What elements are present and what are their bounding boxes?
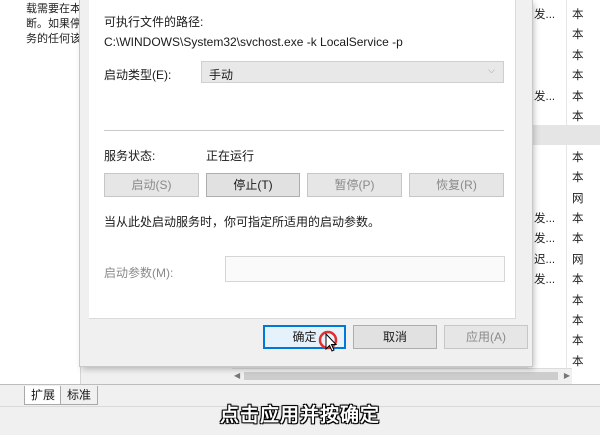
service-row[interactable]: 本 [528,146,600,166]
description-line: 载需要在本 [26,3,80,15]
service-logon-cell: 网 [572,253,584,266]
service-status-value: 正在运行 [206,149,255,163]
service-row[interactable]: 本 [528,44,600,64]
service-description-text: 载需要在本 断。如果停 务的任何该 [26,2,80,47]
path-label: 可执行文件的路径: [104,15,204,29]
service-status-cell: 发... [534,90,556,103]
startup-type-label: 启动类型(E): [104,68,172,82]
service-logon-cell: 本 [572,213,584,225]
service-row[interactable] [528,125,600,146]
start-params-input[interactable] [225,256,505,282]
service-logon-cell: 本 [572,233,584,246]
service-row[interactable]: 本 [528,64,600,84]
service-row[interactable]: 本 [528,166,600,186]
horizontal-scrollbar[interactable]: ◀ ▶ [232,368,572,384]
service-status-cell: 发... [534,274,556,287]
service-logon-cell: 本 [572,315,584,327]
service-logon-cell: 本 [572,90,584,103]
service-logon-cell: 本 [572,111,584,123]
scroll-left-icon[interactable]: ◀ [234,371,240,380]
service-status-cell: 发... [534,9,556,21]
service-row[interactable]: 网 [528,187,600,207]
service-logon-cell: 本 [572,355,584,368]
service-status-cell: 发... [534,213,556,225]
service-logon-cell: 本 [572,70,584,83]
cancel-button[interactable]: 取消 [353,325,437,349]
service-logon-cell: 本 [572,335,584,348]
apply-button[interactable]: 应用(A) [444,325,528,349]
service-logon-cell: 本 [572,29,584,42]
params-hint: 当从此处启动服务时，你可指定所适用的启动参数。 [104,215,381,229]
description-line: 务的任何该 [26,33,80,45]
resume-button[interactable]: 恢复(R) [409,173,504,197]
scrollbar-thumb[interactable] [244,372,558,380]
service-row[interactable]: 本 [528,105,600,125]
service-row[interactable]: 发... 本 [528,227,600,247]
service-row[interactable]: 本 [528,23,600,43]
service-logon-cell: 本 [572,9,584,21]
service-row[interactable]: 本 [528,329,600,349]
start-button[interactable]: 启动(S) [104,173,199,197]
service-status-cell: 发... [534,233,556,246]
service-row[interactable]: 发... 本 [528,85,600,105]
divider [104,130,504,131]
service-logon-cell: 本 [572,294,584,307]
service-row[interactable]: 本 [528,289,600,309]
service-logon-cell: 本 [572,172,584,185]
mouse-cursor-icon [318,330,338,352]
path-value: C:\WINDOWS\System32\svchost.exe -k Local… [104,35,403,49]
service-status-cell: 迟... [534,253,556,266]
service-logon-cell: 本 [572,49,584,62]
service-row[interactable]: 发... 本 [528,268,600,288]
service-logon-cell: 本 [572,151,584,164]
pause-button[interactable]: 暂停(P) [307,173,402,197]
service-row[interactable]: 本 [528,309,600,329]
service-logon-cell: 本 [572,274,584,287]
video-subtitle: 点击应用并按确定 [219,405,380,426]
service-description-pane: 载需要在本 断。如果停 务的任何该 [0,0,81,384]
params-label: 启动参数(M): [104,266,174,280]
description-line: 断。如果停 [26,18,80,30]
service-logon-cell: 网 [572,192,584,205]
scroll-right-icon[interactable]: ▶ [564,371,570,380]
startup-type-value: 手动 [209,68,234,82]
service-row[interactable]: 发... 本 [528,207,600,227]
stop-button[interactable]: 停止(T) [206,173,300,197]
service-row[interactable]: 发... 本 [528,3,600,23]
startup-type-select[interactable]: 手动 ⌵ [201,61,504,83]
service-status-label: 服务状态: [104,149,156,163]
chevron-down-icon: ⌵ [488,65,495,75]
service-row[interactable]: 本 [528,350,600,370]
service-row[interactable]: 迟... 网 [528,248,600,268]
